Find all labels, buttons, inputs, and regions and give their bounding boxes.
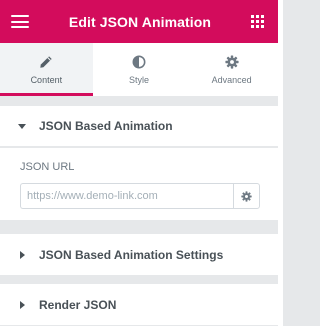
tab-content-label: Content (30, 74, 63, 85)
section-json-based-animation[interactable]: JSON Based Animation (0, 106, 278, 147)
caret-right-icon (20, 300, 25, 309)
panel-edge (278, 0, 283, 326)
json-url-row (20, 183, 260, 209)
grid-icon[interactable] (250, 15, 264, 28)
contrast-icon (132, 55, 146, 68)
hamburger-icon[interactable] (11, 15, 29, 28)
gear-icon (225, 54, 239, 69)
tab-content[interactable]: Content (0, 43, 93, 96)
panel-header: Edit JSON Animation (0, 0, 278, 43)
gear-icon (241, 190, 252, 202)
panel-title: Edit JSON Animation (68, 13, 212, 30)
section-json-based-animation-settings[interactable]: JSON Based Animation Settings (0, 234, 278, 275)
tab-style-label: Style (129, 74, 150, 85)
section-title: JSON Based Animation (39, 119, 173, 133)
section-title: Render JSON (39, 297, 117, 312)
tab-advanced-label: Advanced (211, 74, 252, 85)
caret-down-icon (18, 123, 26, 129)
json-url-input[interactable] (20, 183, 233, 209)
tab-advanced[interactable]: Advanced (185, 43, 278, 96)
json-url-control: JSON URL (0, 148, 278, 220)
json-url-label: JSON URL (20, 161, 75, 173)
tab-style[interactable]: Style (93, 43, 186, 96)
section-title: JSON Based Animation Settings (39, 247, 224, 262)
pencil-icon (40, 55, 53, 68)
caret-right-icon (20, 250, 25, 259)
section-render-json[interactable]: Render JSON (0, 284, 278, 325)
panel-tabs: Content Style Advanced (0, 43, 278, 96)
dynamic-tags-button[interactable] (233, 183, 260, 209)
